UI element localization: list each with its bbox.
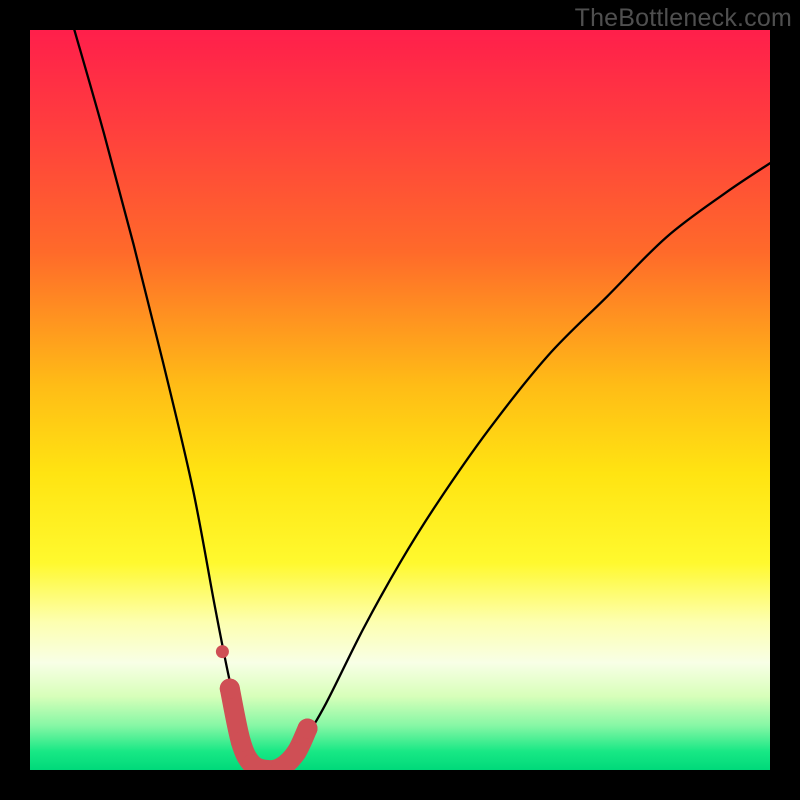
chart-plot-area — [30, 30, 770, 770]
highlight-dot — [286, 742, 306, 762]
chart-svg — [30, 30, 770, 770]
chart-outer-frame: TheBottleneck.com — [0, 0, 800, 800]
outlier-dot — [216, 645, 229, 658]
highlight-dot — [220, 679, 240, 699]
extra-markers — [216, 645, 229, 658]
highlight-dot — [231, 732, 251, 752]
watermark-text: TheBottleneck.com — [575, 4, 792, 33]
highlight-dot — [298, 719, 318, 739]
chart-background-gradient — [30, 30, 770, 770]
